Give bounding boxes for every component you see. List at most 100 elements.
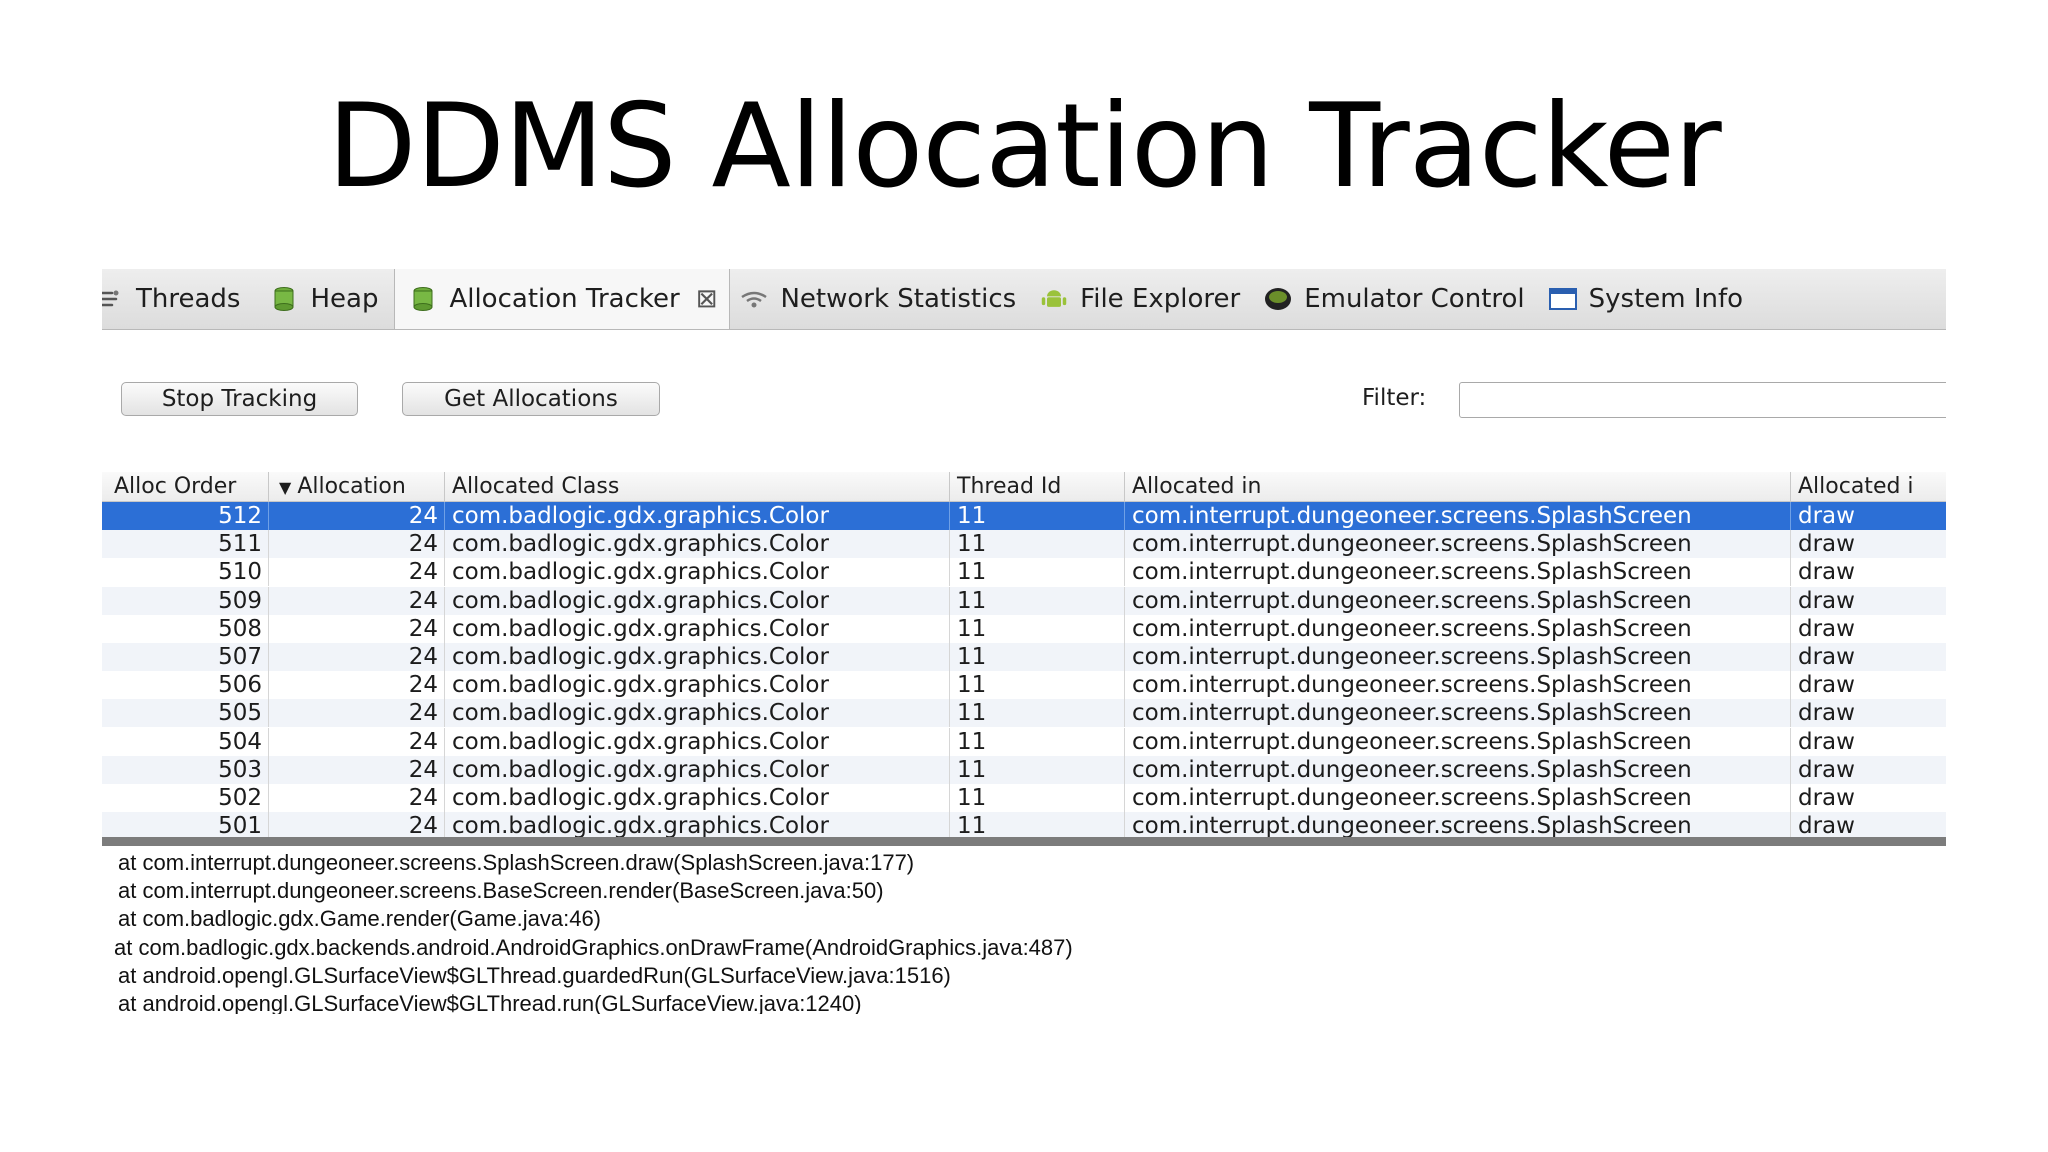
table-cell: 11 [950, 502, 1125, 530]
table-cell: 511 [102, 530, 269, 559]
table-cell: com.badlogic.gdx.graphics.Color [445, 643, 950, 671]
table-cell: draw [1791, 671, 1946, 699]
tab-label: Heap [310, 284, 379, 314]
android-icon [1040, 285, 1068, 313]
table-cell: 504 [102, 727, 269, 756]
table-row[interactable]: 508 24 com.badlogic.gdx.graphics.Color 11 co… [102, 614, 1946, 643]
table-cell: 24 [269, 530, 445, 559]
table-cell: com.interrupt.dungeoneer.screens.SplashS… [1125, 699, 1791, 728]
table-cell: com.badlogic.gdx.graphics.Color [445, 671, 950, 700]
table-row[interactable]: 503 24 com.badlogic.gdx.graphics.Color 11 co… [102, 755, 1946, 784]
table-cell: 11 [950, 812, 1125, 837]
table-cell: 24 [269, 812, 445, 837]
stack-trace-line: at com.interrupt.dungeoneer.screens.Base… [118, 878, 884, 904]
table-cell: 11 [950, 784, 1125, 812]
tab-threads[interactable]: Threads [102, 269, 256, 329]
allocation-table: Alloc Order ▼ Allocation Allocated Class … [102, 472, 1946, 837]
table-cell: draw [1791, 812, 1946, 837]
table-cell: com.badlogic.gdx.graphics.Color [445, 502, 950, 530]
table-cell: 509 [102, 586, 269, 615]
table-row[interactable]: 509 24 com.badlogic.gdx.graphics.Color 11 co… [102, 586, 1946, 615]
col-alloc-order[interactable]: Alloc Order [102, 472, 269, 501]
table-row[interactable]: 501 24 com.badlogic.gdx.graphics.Color 11 co… [102, 812, 1946, 837]
table-cell: draw [1791, 615, 1946, 643]
slide-title: DDMS Allocation Tracker [327, 79, 1721, 214]
table-cell: 502 [102, 784, 269, 812]
table-cell: com.interrupt.dungeoneer.screens.SplashS… [1125, 586, 1791, 615]
table-cell: 24 [269, 586, 445, 615]
close-icon[interactable]: ⊠ [696, 284, 718, 314]
get-allocations-button[interactable]: Get Allocations [402, 382, 660, 416]
ddms-panel: Threads Heap Allocation Tracker ⊠ Networ… [102, 269, 1946, 1014]
table-cell: com.badlogic.gdx.graphics.Color [445, 784, 950, 812]
table-cell: com.interrupt.dungeoneer.screens.SplashS… [1125, 558, 1791, 587]
table-cell: 505 [102, 699, 269, 728]
col-allocated-in-method[interactable]: Allocated i [1791, 472, 1946, 501]
table-row[interactable]: 502 24 com.badlogic.gdx.graphics.Color 11 co… [102, 784, 1946, 812]
table-cell: com.interrupt.dungeoneer.screens.SplashS… [1125, 784, 1791, 812]
table-row[interactable]: 504 24 com.badlogic.gdx.graphics.Color 11 co… [102, 727, 1946, 756]
tab-file-explorer[interactable]: File Explorer [1040, 269, 1256, 329]
emulator-icon [1264, 285, 1292, 313]
table-cell: com.badlogic.gdx.graphics.Color [445, 755, 950, 784]
table-cell: com.interrupt.dungeoneer.screens.SplashS… [1125, 727, 1791, 756]
table-cell: 512 [102, 502, 269, 530]
system-info-icon [1548, 285, 1577, 313]
table-cell: com.badlogic.gdx.graphics.Color [445, 699, 950, 728]
table-cell: 24 [269, 755, 445, 784]
col-allocated-in[interactable]: Allocated in [1125, 472, 1791, 501]
tab-system-info[interactable]: System Info [1548, 269, 1759, 329]
tab-network-statistics[interactable]: Network Statistics [740, 269, 1032, 329]
table-cell: 11 [950, 671, 1125, 700]
table-cell: com.badlogic.gdx.graphics.Color [445, 812, 950, 837]
table-cell: 24 [269, 727, 445, 756]
threads-icon [102, 285, 124, 313]
table-cell: 24 [269, 784, 445, 812]
tab-label: Allocation Tracker [449, 284, 680, 314]
table-row[interactable]: 507 24 com.badlogic.gdx.graphics.Color 11 co… [102, 643, 1946, 671]
splitter[interactable] [102, 837, 1946, 846]
stop-tracking-button[interactable]: Stop Tracking [121, 382, 358, 416]
table-cell: com.interrupt.dungeoneer.screens.SplashS… [1125, 812, 1791, 837]
tab-label: Network Statistics [780, 284, 1017, 314]
table-header: Alloc Order ▼ Allocation Allocated Class … [102, 472, 1946, 502]
table-cell: draw [1791, 502, 1946, 530]
tab-allocation-tracker[interactable]: Allocation Tracker ⊠ [394, 269, 731, 329]
table-cell: draw [1791, 558, 1946, 586]
tab-label: System Info [1588, 284, 1744, 314]
table-cell: 11 [950, 586, 1125, 615]
sort-desc-icon: ▼ [279, 478, 292, 497]
table-cell: 11 [950, 614, 1125, 643]
table-row[interactable]: 512 24 com.badlogic.gdx.graphics.Color 11 co… [102, 502, 1946, 530]
table-cell: com.badlogic.gdx.graphics.Color [445, 614, 950, 643]
table-row[interactable]: 511 24 com.badlogic.gdx.graphics.Color 11 co… [102, 530, 1946, 559]
col-allocated-class[interactable]: Allocated Class [445, 472, 950, 501]
table-cell: 510 [102, 558, 269, 587]
table-cell: 11 [950, 530, 1125, 559]
col-thread-id[interactable]: Thread Id [950, 472, 1125, 501]
filter-input[interactable] [1459, 382, 1946, 418]
table-cell: 506 [102, 671, 269, 700]
network-icon [740, 285, 768, 313]
table-cell: com.interrupt.dungeoneer.screens.SplashS… [1125, 614, 1791, 643]
table-cell: com.interrupt.dungeoneer.screens.SplashS… [1125, 530, 1791, 559]
stack-trace-line: at com.badlogic.gdx.Game.render(Game.jav… [118, 906, 602, 932]
tab-label: File Explorer [1080, 284, 1241, 314]
stack-trace-line: at android.opengl.GLSurfaceView$GLThread… [118, 962, 951, 988]
table-cell: 503 [102, 755, 269, 784]
table-cell: 24 [269, 502, 445, 530]
stack-trace-line: at com.interrupt.dungeoneer.screens.Spla… [118, 850, 915, 875]
table-cell: 11 [950, 558, 1125, 587]
table-cell: com.interrupt.dungeoneer.screens.SplashS… [1125, 502, 1791, 530]
tab-heap[interactable]: Heap [270, 269, 394, 329]
col-allocation[interactable]: ▼ Allocation [269, 472, 445, 501]
table-row[interactable]: 510 24 com.badlogic.gdx.graphics.Color 11 co… [102, 558, 1946, 587]
tab-emulator-control[interactable]: Emulator Control [1264, 269, 1540, 329]
table-row[interactable]: 505 24 com.badlogic.gdx.graphics.Color 11 co… [102, 699, 1946, 728]
heap-icon [270, 285, 298, 313]
table-cell: draw [1791, 699, 1946, 727]
table-row[interactable]: 506 24 com.badlogic.gdx.graphics.Color 11 co… [102, 671, 1946, 700]
table-cell: 24 [269, 643, 445, 671]
table-cell: draw [1791, 756, 1946, 784]
allocation-icon [409, 285, 437, 313]
